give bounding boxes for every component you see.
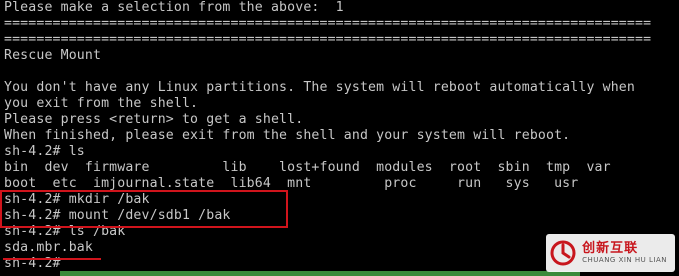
brand-logo-icon	[550, 240, 576, 266]
terminal-line-command: sh-4.2# ls	[4, 144, 85, 159]
status-strip	[60, 271, 580, 276]
annotation-highlight-box	[0, 190, 288, 228]
terminal-line-message: You don't have any Linux partitions. The…	[4, 80, 635, 95]
brand-name: 创新互联	[582, 241, 639, 256]
terminal-window[interactable]: Please make a selection from the above: …	[0, 0, 679, 276]
terminal-line-separator: ========================================…	[4, 16, 652, 31]
terminal-line-message: When finished, please exit from the shel…	[4, 128, 571, 143]
terminal-line-heading: Rescue Mount	[4, 48, 102, 63]
terminal-line-selection-prompt: Please make a selection from the above: …	[4, 0, 344, 15]
terminal-line-output: bin dev firmware lib lost+found modules …	[4, 160, 611, 175]
brand-subtitle: CHUANG XIN HU LIAN	[582, 256, 667, 264]
terminal-line-message: Please press <return> to get a shell.	[4, 112, 304, 127]
terminal-line-output: sda.mbr.bak	[4, 240, 93, 255]
watermark: 创新互联 CHUANG XIN HU LIAN	[546, 234, 675, 272]
terminal-line-message: you exit from the shell.	[4, 96, 199, 111]
annotation-underline	[3, 258, 101, 260]
terminal-line-separator: ========================================…	[4, 32, 652, 47]
